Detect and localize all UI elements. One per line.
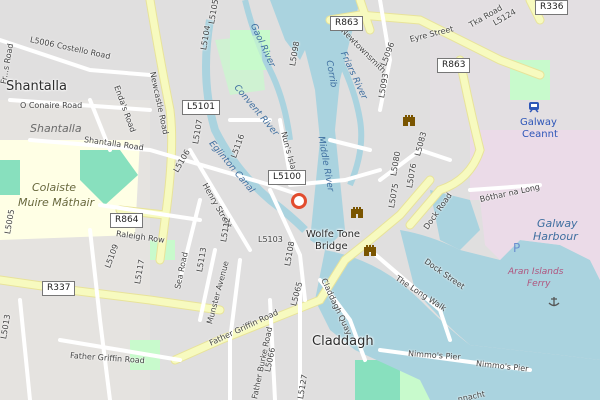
road-shield-r337: R337	[42, 281, 76, 296]
map-canvas[interactable]: Shantalla Shantalla Colaiste Muire Mátha…	[0, 0, 600, 400]
station-label-line1: Galway	[520, 117, 557, 128]
road-shield-r336: R336	[535, 0, 569, 15]
parking-icon[interactable]: P	[510, 240, 524, 254]
svg-text:P: P	[513, 241, 520, 254]
station-label-line2: Ceannt	[522, 129, 558, 140]
castle-icon[interactable]	[350, 205, 364, 219]
location-marker-icon[interactable]	[290, 192, 308, 210]
ferry-label-line1: Aran Islands	[508, 267, 564, 277]
bridge-label-line1: Wolfe Tone	[306, 229, 361, 240]
bridge-label-line2: Bridge	[315, 241, 348, 252]
castle-icon[interactable]	[363, 243, 377, 257]
road-shield-l5101: L5101	[182, 100, 220, 115]
road-ref-l5103: L5103	[258, 235, 283, 244]
street-label-oconaire-road: O Conaire Road	[20, 101, 83, 110]
road-shield-r863-east: R863	[437, 58, 471, 73]
school-label-line2: Muire Máthair	[18, 196, 95, 209]
road-shield-l5100: L5100	[268, 170, 306, 185]
harbour-label-line2: Harbour	[533, 230, 578, 243]
area-label-shantalla: Shantalla	[30, 122, 82, 135]
school-label-line1: Colaiste	[32, 181, 77, 194]
train-station-icon[interactable]	[527, 100, 541, 114]
place-label-claddagh: Claddagh	[312, 334, 374, 349]
ferry-label-line2: Ferry	[527, 279, 551, 289]
road-shield-r864: R864	[110, 213, 144, 228]
road-shield-r863-north: R863	[330, 16, 364, 31]
ferry-terminal-icon[interactable]	[548, 296, 560, 308]
harbour-label-line1: Galway	[537, 217, 578, 230]
castle-icon[interactable]	[402, 113, 416, 127]
place-label-shantalla: Shantalla	[6, 79, 67, 94]
